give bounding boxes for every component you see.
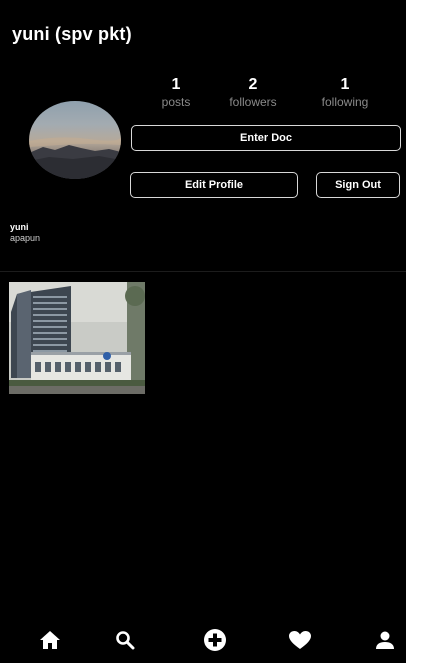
profile-icon	[376, 631, 394, 649]
nav-home[interactable]	[30, 620, 70, 660]
enter-doc-button[interactable]: Enter Doc	[131, 125, 401, 151]
nav-profile[interactable]	[365, 620, 405, 660]
page-title: yuni (spv pkt)	[12, 24, 132, 44]
followers-label: followers	[229, 95, 277, 109]
add-post-icon	[204, 629, 226, 651]
avatar[interactable]	[29, 101, 121, 179]
followers-count: 2	[248, 76, 258, 93]
home-icon	[40, 631, 60, 649]
stat-following[interactable]: 1 following	[300, 76, 390, 110]
search-icon	[116, 631, 135, 650]
profile-bio: apapun	[10, 233, 41, 243]
avatar-photo	[29, 137, 121, 179]
nav-add-post[interactable]	[195, 620, 235, 660]
stat-followers[interactable]: 2 followers	[208, 76, 298, 110]
post-thumbnail[interactable]	[9, 282, 145, 394]
divider	[0, 271, 406, 272]
nav-activity[interactable]	[280, 620, 320, 660]
heart-icon	[289, 631, 311, 649]
profile-name: yuni	[10, 222, 29, 232]
bottom-nav	[0, 620, 406, 663]
sign-out-button[interactable]: Sign Out	[316, 172, 400, 198]
nav-search[interactable]	[105, 620, 145, 660]
edit-profile-button[interactable]: Edit Profile	[130, 172, 298, 198]
following-label: following	[321, 95, 369, 109]
profile-screen: yuni (spv pkt) 1 posts 2 followers 1 fol…	[0, 0, 406, 663]
following-count: 1	[340, 76, 350, 93]
office-building-photo	[9, 282, 145, 394]
